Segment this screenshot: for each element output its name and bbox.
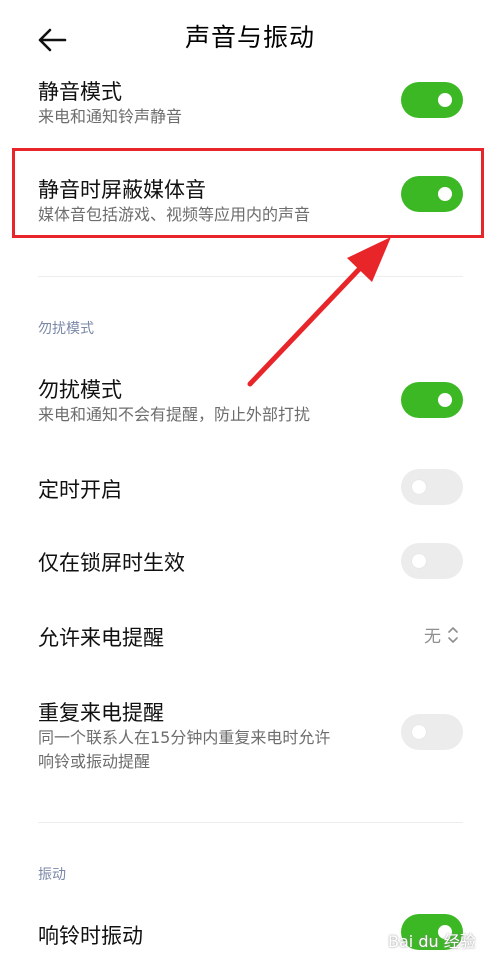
dnd-mode-desc: 来电和通知不会有提醒，防止外部打扰 <box>38 405 311 424</box>
page-title: 声音与振动 <box>184 23 315 52</box>
watermark: Bai du 经验 <box>356 920 476 960</box>
mute-media-desc: 媒体音包括游戏、视频等应用内的声音 <box>38 205 311 224</box>
dnd-mode-title: 勿扰模式 <box>38 378 122 402</box>
repeat-calls-row[interactable]: 重复来电提醒 同一个联系人在15分钟内重复来电时允许 响铃或振动提醒 <box>0 695 500 775</box>
header: 声音与振动 <box>0 0 500 76</box>
lockscreen-only-toggle[interactable] <box>401 543 463 579</box>
section-label-vibration: 振动 <box>38 867 66 883</box>
silent-mode-title: 静音模式 <box>38 80 122 104</box>
lockscreen-only-title: 仅在锁屏时生效 <box>38 551 185 575</box>
silent-mode-row[interactable]: 静音模式 来电和通知铃声静音 <box>0 76 500 136</box>
mute-media-toggle[interactable] <box>401 176 463 212</box>
allow-calls-value: 无 <box>424 627 441 647</box>
silent-mode-desc: 来电和通知铃声静音 <box>38 107 183 126</box>
allow-calls-select[interactable]: 无 <box>424 622 459 647</box>
dnd-mode-toggle[interactable] <box>401 382 463 418</box>
silent-mode-toggle[interactable] <box>401 82 463 118</box>
allow-calls-title: 允许来电提醒 <box>38 626 164 650</box>
paw-icon <box>361 928 379 950</box>
divider <box>38 822 463 823</box>
toggle-knob <box>438 393 452 407</box>
vibrate-ring-title: 响铃时振动 <box>38 924 143 948</box>
divider <box>38 276 463 277</box>
repeat-calls-toggle[interactable] <box>401 714 463 750</box>
scheduled-row[interactable]: 定时开启 <box>0 468 500 508</box>
toggle-knob <box>438 187 452 201</box>
repeat-calls-desc-line2: 响铃或振动提醒 <box>38 752 151 771</box>
lockscreen-only-row[interactable]: 仅在锁屏时生效 <box>0 541 500 581</box>
toggle-knob <box>412 725 426 739</box>
mute-media-row[interactable]: 静音时屏蔽媒体音 媒体音包括游戏、视频等应用内的声音 <box>0 172 500 232</box>
toggle-knob <box>412 480 426 494</box>
dnd-mode-row[interactable]: 勿扰模式 来电和通知不会有提醒，防止外部打扰 <box>0 372 500 432</box>
settings-page: 声音与振动 静音模式 来电和通知铃声静音 静音时屏蔽媒体音 媒体音包括游戏、视频… <box>0 0 500 972</box>
repeat-calls-title: 重复来电提醒 <box>38 701 164 725</box>
toggle-knob <box>438 93 452 107</box>
mute-media-title: 静音时屏蔽媒体音 <box>38 178 206 202</box>
section-label-dnd: 勿扰模式 <box>38 321 94 337</box>
chevron-up-down-icon <box>448 626 458 643</box>
watermark-text: Bai du 经验 <box>388 932 476 951</box>
repeat-calls-desc-line1: 同一个联系人在15分钟内重复来电时允许 <box>38 728 331 747</box>
scheduled-toggle[interactable] <box>401 469 463 505</box>
toggle-knob <box>412 554 426 568</box>
scheduled-title: 定时开启 <box>38 478 122 502</box>
